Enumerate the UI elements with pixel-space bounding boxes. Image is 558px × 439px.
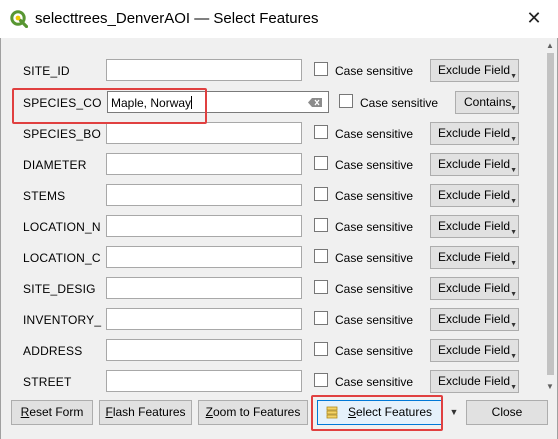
dropdown-arrow-icon: ▼ (510, 384, 517, 391)
qgis-logo-icon (10, 10, 28, 28)
case-sensitive-label: Case sensitive (335, 220, 414, 234)
field-value-input[interactable] (106, 122, 302, 144)
field-value-input[interactable] (106, 370, 302, 392)
scroll-up-icon[interactable]: ▲ (546, 41, 554, 50)
field-label: LOCATION_N (23, 220, 101, 234)
close-button[interactable]: Close (466, 400, 548, 425)
title-bar: selecttrees_DenverAOI — Select Features … (0, 0, 558, 38)
filter-mode-button[interactable]: Exclude Field ▼ (430, 277, 519, 300)
field-label: ADDRESS (23, 344, 83, 358)
filter-mode-button[interactable]: Exclude Field ▼ (430, 308, 519, 331)
case-sensitive-label: Case sensitive (335, 282, 414, 296)
species-field-highlight (12, 88, 207, 124)
field-row-street: STREET Case sensitive Exclude Field ▼ (1, 369, 544, 394)
field-label: SITE_DESIG (23, 282, 96, 296)
field-row-location-c: LOCATION_C Case sensitive Exclude Field ▼ (1, 245, 544, 271)
filter-mode-button[interactable]: Contains ▼ (455, 91, 519, 114)
filter-mode-button[interactable]: Exclude Field ▼ (430, 246, 519, 269)
dropdown-arrow-icon: ▼ (510, 353, 517, 360)
field-row-species-bo: SPECIES_BO Case sensitive Exclude Field ▼ (1, 121, 544, 147)
field-row-inventory: INVENTORY_ Case sensitive Exclude Field ▼ (1, 307, 544, 333)
dropdown-arrow-icon: ▼ (510, 167, 517, 174)
field-value-input[interactable] (106, 153, 302, 175)
case-sensitive-label: Case sensitive (335, 64, 414, 78)
field-value-input[interactable] (106, 215, 302, 237)
case-sensitive-label: Case sensitive (335, 158, 414, 172)
filter-mode-button[interactable]: Exclude Field ▼ (430, 184, 519, 207)
filter-mode-button[interactable]: Exclude Field ▼ (430, 370, 519, 393)
zoom-to-features-button[interactable]: Zoom to Features (198, 400, 308, 425)
field-row-diameter: DIAMETER Case sensitive Exclude Field ▼ (1, 152, 544, 178)
field-label: SPECIES_BO (23, 127, 102, 141)
field-value-input[interactable] (106, 339, 302, 361)
scrollbar-thumb[interactable] (547, 53, 554, 375)
filter-mode-button[interactable]: Exclude Field ▼ (430, 215, 519, 238)
case-sensitive-checkbox[interactable] (314, 311, 328, 325)
field-row-address: ADDRESS Case sensitive Exclude Field ▼ (1, 338, 544, 364)
case-sensitive-checkbox[interactable] (314, 342, 328, 356)
select-features-dropdown-icon[interactable]: ▼ (446, 400, 462, 425)
field-label: SITE_ID (23, 64, 70, 78)
field-value-input[interactable] (106, 246, 302, 268)
close-window-icon[interactable]: ✕ (524, 8, 544, 29)
case-sensitive-label: Case sensitive (360, 96, 439, 110)
case-sensitive-checkbox[interactable] (314, 156, 328, 170)
dropdown-arrow-icon: ▼ (510, 136, 517, 143)
select-features-highlight (311, 395, 443, 431)
field-row-location-n: LOCATION_N Case sensitive Exclude Field ▼ (1, 214, 544, 240)
case-sensitive-checkbox[interactable] (314, 125, 328, 139)
dropdown-arrow-icon: ▼ (510, 105, 517, 112)
field-row-stems: STEMS Case sensitive Exclude Field ▼ (1, 183, 544, 209)
field-label: DIAMETER (23, 158, 87, 172)
field-label: INVENTORY_ (23, 313, 102, 327)
case-sensitive-checkbox[interactable] (339, 94, 353, 108)
dropdown-arrow-icon: ▼ (510, 260, 517, 267)
case-sensitive-label: Case sensitive (335, 127, 414, 141)
case-sensitive-label: Case sensitive (335, 189, 414, 203)
reset-form-button[interactable]: Reset Form (11, 400, 93, 425)
field-row-site-id: SITE_ID Case sensitive Exclude Field ▼ (1, 58, 544, 84)
field-label: LOCATION_C (23, 251, 101, 265)
filter-mode-button[interactable]: Exclude Field ▼ (430, 122, 519, 145)
field-value-input[interactable] (106, 184, 302, 206)
dropdown-arrow-icon: ▼ (510, 322, 517, 329)
case-sensitive-checkbox[interactable] (314, 280, 328, 294)
case-sensitive-label: Case sensitive (335, 251, 414, 265)
case-sensitive-label: Case sensitive (335, 344, 414, 358)
dropdown-arrow-icon: ▼ (510, 198, 517, 205)
dropdown-arrow-icon: ▼ (510, 291, 517, 298)
case-sensitive-label: Case sensitive (335, 375, 414, 389)
clear-input-icon[interactable] (308, 98, 322, 107)
field-label: STREET (23, 375, 72, 389)
field-label: STEMS (23, 189, 66, 203)
case-sensitive-checkbox[interactable] (314, 187, 328, 201)
vertical-scrollbar[interactable]: ▲ ▼ (544, 38, 557, 394)
dropdown-arrow-icon: ▼ (510, 73, 517, 80)
case-sensitive-checkbox[interactable] (314, 218, 328, 232)
case-sensitive-checkbox[interactable] (314, 62, 328, 76)
field-row-site-desig: SITE_DESIG Case sensitive Exclude Field ▼ (1, 276, 544, 302)
filter-mode-button[interactable]: Exclude Field ▼ (430, 59, 519, 82)
window-title: selecttrees_DenverAOI — Select Features (35, 10, 319, 27)
filter-mode-button[interactable]: Exclude Field ▼ (430, 153, 519, 176)
case-sensitive-checkbox[interactable] (314, 249, 328, 263)
field-value-input[interactable] (106, 277, 302, 299)
scroll-down-icon[interactable]: ▼ (546, 382, 554, 391)
case-sensitive-label: Case sensitive (335, 313, 414, 327)
case-sensitive-checkbox[interactable] (314, 373, 328, 387)
flash-features-button[interactable]: Flash Features (99, 400, 192, 425)
filter-mode-button[interactable]: Exclude Field ▼ (430, 339, 519, 362)
field-value-input[interactable] (106, 59, 302, 81)
dropdown-arrow-icon: ▼ (510, 229, 517, 236)
field-value-input[interactable] (106, 308, 302, 330)
